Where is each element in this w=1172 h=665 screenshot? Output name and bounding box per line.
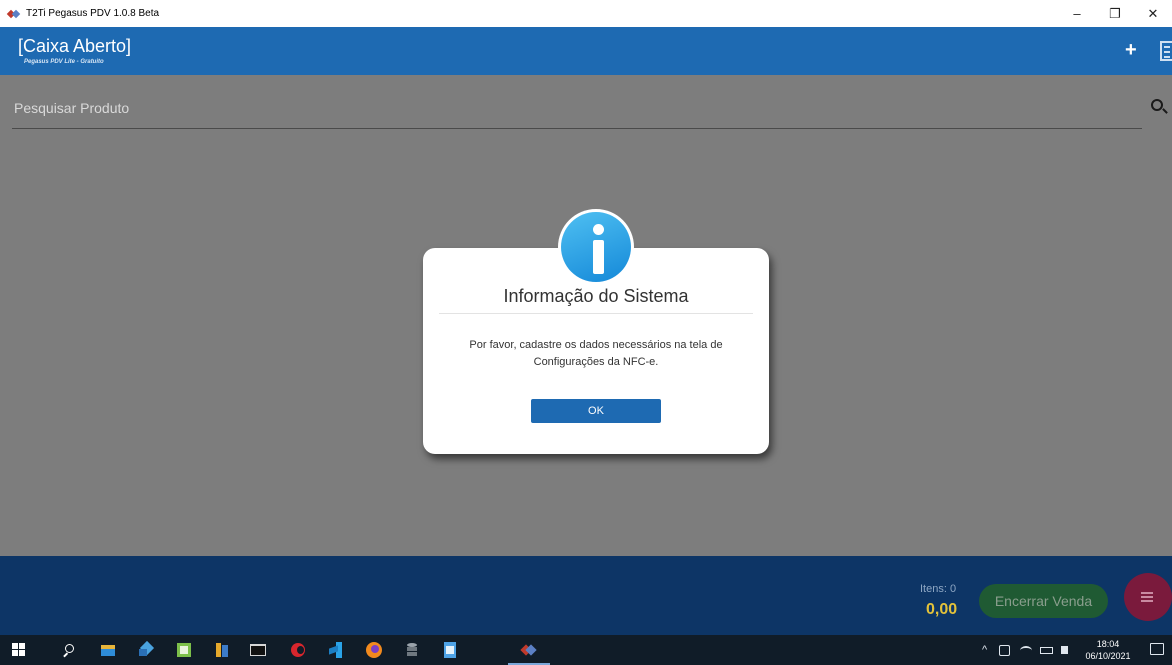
info-icon-dot (593, 224, 604, 235)
window-controls: – ❐ ✕ (1058, 0, 1172, 27)
dialog-title: Informação do Sistema (503, 286, 689, 306)
network-icon[interactable] (999, 644, 1011, 656)
search-icon[interactable] (1151, 99, 1163, 111)
hamburger-icon (1141, 592, 1153, 594)
window-titlebar: T2Ti Pegasus PDV 1.0.8 Beta – ❐ ✕ (0, 0, 1172, 27)
info-icon-circle (561, 212, 631, 282)
notepad-icon[interactable] (176, 642, 192, 658)
footer-bar: Itens: 0 0,00 Encerrar Venda (0, 556, 1172, 635)
clock-date: 06/10/2021 (1085, 651, 1131, 661)
dart-app-icon[interactable] (138, 640, 155, 658)
menu-book-icon[interactable] (1160, 41, 1172, 61)
info-icon (558, 209, 634, 285)
app-subtitle: Pegasus PDV Lite - Gratuito (24, 59, 104, 65)
encerrar-venda-button[interactable]: Encerrar Venda (979, 584, 1108, 618)
ok-button[interactable]: OK (531, 399, 661, 423)
close-button[interactable]: ✕ (1134, 0, 1172, 27)
window-title: T2Ti Pegasus PDV 1.0.8 Beta (26, 8, 160, 19)
red-app-icon[interactable] (290, 642, 306, 658)
add-button[interactable]: + (1125, 39, 1137, 62)
vscode-icon[interactable] (328, 642, 344, 658)
tray-overflow-icon[interactable]: ^ (982, 644, 987, 656)
battery-icon[interactable] (1040, 646, 1054, 654)
volume-icon[interactable] (1061, 646, 1069, 654)
taskbar-clock[interactable]: 18:04 06/10/2021 (1082, 638, 1134, 662)
notification-icon[interactable] (1150, 643, 1164, 655)
pegasus-app-icon[interactable] (520, 642, 537, 658)
restore-button[interactable]: ❐ (1096, 0, 1134, 27)
system-tray: ^ (982, 635, 1069, 665)
sale-total: 0,00 (926, 601, 958, 618)
dialog-message-line: Por favor, cadastre os dados necessários… (469, 339, 723, 351)
menu-fab-button[interactable] (1124, 573, 1172, 621)
info-icon-bar (593, 240, 604, 274)
database-icon[interactable] (404, 642, 420, 658)
firefox-icon[interactable] (366, 642, 382, 658)
clock-time: 18:04 (1096, 639, 1120, 649)
document-icon[interactable] (442, 642, 458, 658)
archive-app-icon[interactable] (214, 642, 230, 658)
search-input[interactable]: Pesquisar Produto (14, 100, 129, 116)
dialog-message: Por favor, cadastre os dados necessários… (443, 337, 749, 371)
taskbar-search-icon[interactable] (62, 642, 78, 658)
dialog-divider (439, 313, 753, 314)
app-header: [Caixa Aberto] Pegasus PDV Lite - Gratui… (0, 27, 1172, 75)
file-explorer-icon[interactable] (100, 642, 116, 658)
terminal-icon[interactable] (250, 642, 266, 658)
app-logo-icon (8, 9, 20, 19)
minimize-button[interactable]: – (1058, 0, 1096, 27)
search-area: Pesquisar Produto (0, 75, 1172, 129)
windows-taskbar: ^ 18:04 06/10/2021 (0, 635, 1172, 665)
dialog-message-line: Configurações da NFC-e. (533, 356, 659, 368)
windows-start-icon[interactable] (12, 642, 28, 658)
items-count: Itens: 0 (920, 583, 957, 595)
page-title: [Caixa Aberto] (18, 36, 132, 56)
wifi-icon[interactable] (1020, 645, 1033, 655)
